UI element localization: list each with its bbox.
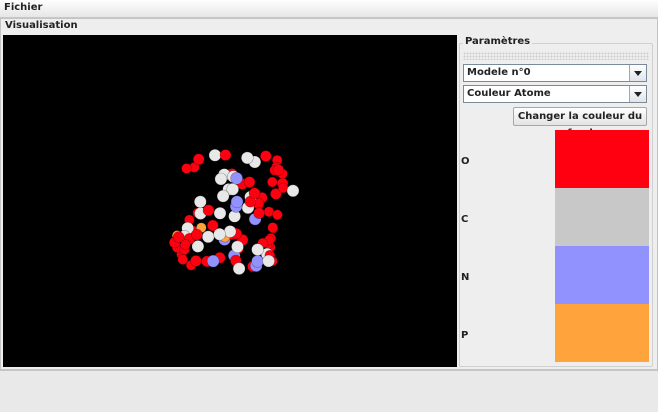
- atom: [213, 227, 226, 241]
- color-swatch-c[interactable]: [555, 188, 649, 246]
- main-panel: Visualisation Paramètres Modele n°0 Coul…: [0, 18, 658, 370]
- color-mode-select[interactable]: Couleur Atome: [463, 85, 647, 103]
- atom: [277, 182, 289, 194]
- element-label-c: C: [461, 214, 469, 225]
- atom: [231, 240, 244, 254]
- atom: [191, 228, 203, 241]
- atom: [177, 254, 189, 265]
- atom: [253, 207, 265, 219]
- atom: [201, 230, 215, 244]
- status-bar: [0, 370, 658, 412]
- atom: [194, 195, 207, 209]
- atom: [248, 187, 261, 199]
- chevron-down-icon[interactable]: [629, 86, 646, 102]
- element-label-p: P: [461, 330, 469, 341]
- model-select-value: Modele n°0: [467, 67, 531, 78]
- atom: [251, 243, 264, 256]
- color-swatch-p[interactable]: [555, 304, 649, 362]
- atom: [251, 255, 264, 268]
- atom: [232, 262, 246, 275]
- atom: [190, 255, 202, 267]
- atom: [202, 204, 215, 217]
- atom: [208, 148, 222, 162]
- change-background-color-button[interactable]: Changer la couleur du fond: [513, 107, 647, 139]
- atom: [216, 189, 230, 203]
- panel-texture: [463, 52, 649, 60]
- atom: [262, 254, 275, 268]
- atom: [230, 195, 244, 209]
- atom: [172, 231, 185, 243]
- element-label-n: N: [461, 272, 470, 283]
- atom: [286, 184, 300, 198]
- atom: [214, 172, 228, 186]
- molecule-render: [168, 148, 300, 275]
- atom: [206, 254, 220, 268]
- atom: [241, 151, 254, 165]
- atom: [243, 176, 256, 188]
- color-swatch-o[interactable]: [555, 130, 649, 188]
- color-swatch-n[interactable]: [555, 246, 649, 304]
- menu-bar: Fichier: [0, 0, 658, 18]
- atom: [219, 149, 232, 161]
- parameters-title: Paramètres: [463, 36, 533, 47]
- atom: [272, 209, 283, 221]
- parameters-panel: Paramètres Modele n°0 Couleur Atome Chan…: [459, 35, 653, 367]
- atom: [266, 176, 278, 188]
- chevron-down-icon[interactable]: [629, 65, 646, 81]
- atom: [259, 150, 272, 162]
- atom: [181, 163, 192, 174]
- color-mode-select-value: Couleur Atome: [467, 88, 551, 99]
- model-select[interactable]: Modele n°0: [463, 64, 647, 82]
- atom: [223, 225, 237, 238]
- atom: [272, 164, 285, 176]
- atom: [230, 172, 243, 185]
- menu-file[interactable]: Fichier: [4, 2, 42, 13]
- element-label-o: O: [461, 156, 470, 167]
- atom: [267, 222, 279, 233]
- atom: [213, 207, 227, 220]
- molecule-viewport[interactable]: [3, 35, 457, 367]
- visualisation-title: Visualisation: [5, 20, 78, 31]
- atom: [192, 153, 205, 166]
